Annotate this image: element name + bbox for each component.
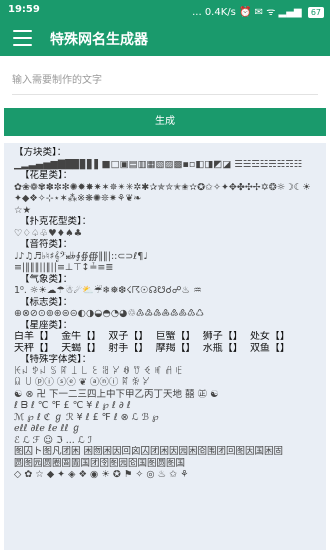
app-title: 特殊网名生成器 — [50, 32, 148, 48]
symbols-teshu-2[interactable]: ꆰ ꒤ ⓟⓘ ⓢⓔ ❦ ⓐⓝⓘ ꍏ ꆗ ꐓ — [14, 377, 322, 389]
status-time: 19:59 — [8, 4, 40, 15]
app-bar: 特殊网名生成器 — [0, 20, 330, 56]
zodiac-row-1: 白羊【】 金牛【】 双子【】 巨蟹【】 狮子【】 处女【】 — [14, 331, 322, 343]
zodiac-libra[interactable]: 天秤【】 — [14, 343, 54, 354]
symbols-teshu-1[interactable]: ꀘꈤ ꉣꈤ ꌗ ꍏ ꀤ ꒒ ꏂ ꌃ ꐓ ꊿ ꀎ ꈼ ꎭ ꋬ ꍟ — [14, 366, 322, 378]
symbol-panel[interactable]: 【方块类】： ▁▂▃▄▅▆▇█▉▊▋▌■□▣▤▥▦▧▨▩▪▫◧◨◩◪ ☰☱☲☳☴… — [4, 143, 326, 550]
battery-icon: 67 — [307, 7, 324, 18]
symbols-fangkuai[interactable]: ▁▂▃▄▅▆▇█▉▊▋▌■□▣▤▥▦▧▨▩▪▫◧◨◩◪ ☰☱☲☳☴☵☶☷ — [14, 159, 322, 171]
symbols-teshu-5[interactable]: ℳ ℘ ℓ ℭ ℊ ℛ ¥ ℓ £ ℉ ℓ ⊗ ℒ ℬ ℘ — [14, 412, 322, 424]
symbols-yinfu-1[interactable]: ♩♪♫♬♭♮♯𝄞𝄢𝄪𝄫∮∯∰‖‖|::⊂⊃ℓ¶♩ — [14, 251, 322, 263]
symbols-teshu-6[interactable]: ℯℓℓ ∂ℓℯ ℓℯ ℓℓ ℊ — [14, 423, 322, 435]
symbols-teshu-10[interactable]: ◇ ✿ ☆ ◆ ✦ ◈ ❖ ◉ ☀ ✪ ⚑ ✧ ◎ ♨ ✩ ⚘ — [14, 469, 322, 481]
zodiac-aries[interactable]: 白羊【】 — [14, 331, 54, 342]
zodiac-cancer[interactable]: 巨蟹【】 — [156, 331, 196, 342]
symbols-huaxing-1[interactable]: ✿❀❁✾✽✼✻✺✹✸✷✶✵✴✳✲✱✰✯✮✭✬✫✪✩✧✦✥✤✣✢✡❂☼☽☾☀ — [14, 182, 322, 194]
zodiac-row-2: 天秤【】 天蝎【】 射手【】 摩羯【】 水瓶【】 双鱼【】 — [14, 343, 322, 355]
symbols-teshu-7[interactable]: ℰ ℒ ℱ ☺ ℑ ... ℒ ℐ — [14, 435, 322, 447]
section-title-qixiang: 【气象类】： — [20, 273, 73, 285]
symbols-teshu-3[interactable]: ☯ ⊗ 卍 下一二三四上中下甲乙丙丁天地 囍 ㊣ ☯ — [14, 389, 322, 401]
section-title-xingzuo: 【星座类】： — [20, 319, 73, 331]
symbols-puke[interactable]: ♡♢♤♧♥♦♠♣ — [14, 228, 322, 240]
zodiac-gemini[interactable]: 双子【】 — [108, 331, 148, 342]
symbols-huaxing-2[interactable]: ✦◆❖✧⊹⋆✶⁂※❋✺❊✷⚘❦❧ — [14, 193, 322, 205]
zodiac-leo[interactable]: 狮子【】 — [203, 331, 243, 342]
symbols-yinfu-2[interactable]: ≡|‖‖‖||‖||≡⊥⊤↕≟≡≣ — [14, 262, 322, 274]
section-title-fangkuai: 【方块类】： — [14, 147, 67, 158]
symbols-teshu-8[interactable]: 图囚ト图凡团困 困囫困因回囟囚团困因园困囵围团回图因国困固 — [14, 446, 322, 458]
symbol-list: 【方块类】： ▁▂▃▄▅▆▇█▉▊▋▌■□▣▤▥▦▧▨▩▪▫◧◨◩◪ ☰☱☲☳☴… — [4, 143, 326, 481]
zodiac-sagittarius[interactable]: 射手【】 — [108, 343, 148, 354]
menu-icon[interactable] — [13, 30, 32, 46]
zodiac-scorpio[interactable]: 天蝎【】 — [61, 343, 101, 354]
section-title-huaxing: 【花星类】： — [20, 170, 73, 181]
generate-button[interactable]: 生成 — [4, 108, 326, 136]
section-title-yinfu: 【音符类】： — [20, 239, 73, 250]
status-network-speed: ... 0.4K/s ⏰ ✉ ᯤ ▂▄▆ — [192, 7, 302, 18]
symbols-biaozhi[interactable]: ⊕⊗⊘⊙⊚⊛⊜⊝◐◑◒◓◔◕♲♳♴♵♶♷♸♹♺ — [14, 308, 322, 320]
status-indicators: ... 0.4K/s ⏰ ✉ ᯤ ▂▄▆ 67 — [192, 4, 324, 18]
section-title-teshu: 【特殊字体类】： — [20, 354, 92, 365]
section-title-puke: 【扑克花型类】： — [20, 216, 92, 227]
text-input[interactable] — [12, 66, 318, 94]
zodiac-aquarius[interactable]: 水瓶【】 — [203, 343, 243, 354]
zodiac-taurus[interactable]: 金牛【】 — [61, 331, 101, 342]
section-title-biaozhi: 【标志类】： — [20, 296, 73, 308]
zodiac-virgo[interactable]: 处女【】 — [250, 331, 290, 342]
symbols-qixiang[interactable]: 1⁰. ☼☀☁☂☃☄⛅☔❄❅❆☇☈☉☊☋☌☍♨ ♒ — [14, 285, 322, 297]
zodiac-capricorn[interactable]: 摩羯【】 — [156, 343, 196, 354]
symbols-teshu-9[interactable]: 圆图园圆圈圄圊国团囹图园囵国图圆图国 — [14, 458, 322, 470]
text-input-wrapper — [12, 66, 318, 95]
zodiac-pisces[interactable]: 双鱼【】 — [250, 343, 290, 354]
symbols-huaxing-3[interactable]: ☆★ — [14, 205, 322, 217]
symbols-teshu-4[interactable]: ℓ ᗷ ℓ ℃ ℉ £ ℃ ¥ ℓ ℘ ℓ ∂ ℓ — [14, 400, 322, 412]
status-bar: 19:59 ... 0.4K/s ⏰ ✉ ᯤ ▂▄▆ 67 — [0, 0, 330, 20]
